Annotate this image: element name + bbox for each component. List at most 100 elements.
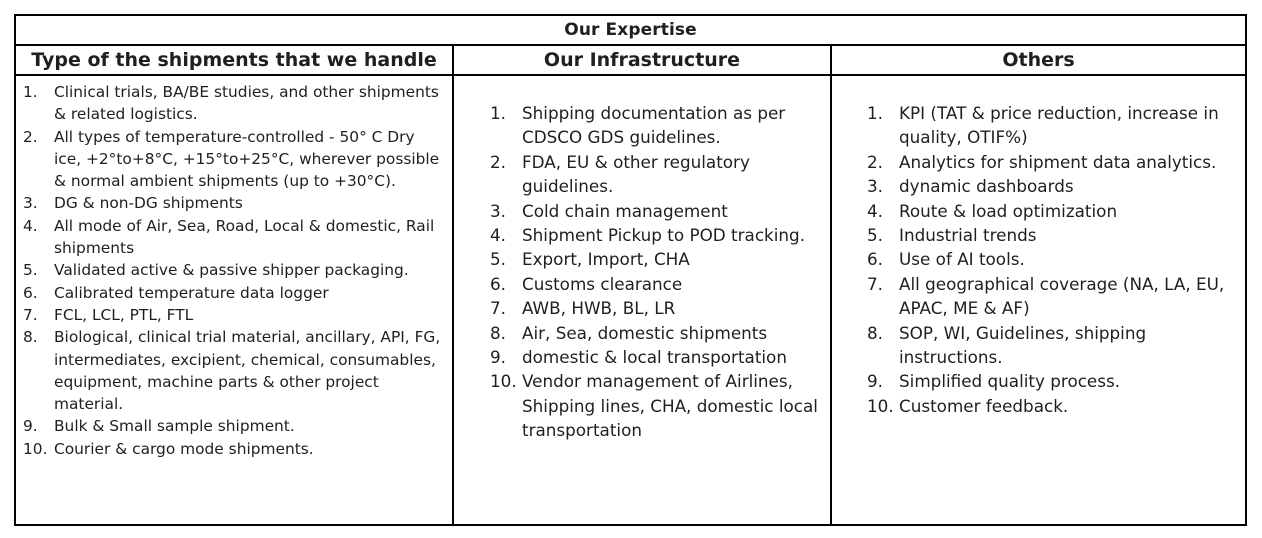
list-item-text: FCL, LCL, PTL, FTL xyxy=(54,305,194,324)
shipment-types-list: 1. Clinical trials, BA/BE studies, and ot… xyxy=(16,76,452,460)
list-item-text: All geographical coverage (NA, LA, EU, A… xyxy=(899,273,1225,319)
list-item-number: 5. xyxy=(867,225,884,246)
list-item-text: All mode of Air, Sea, Road, Local & dome… xyxy=(54,216,435,258)
list-item: 5. Validated active & passive shipper pac… xyxy=(23,259,446,281)
list-item-number: 7. xyxy=(23,305,38,324)
list-item-text: Shipment Pickup to POD tracking. xyxy=(522,225,806,246)
others-cell: 1. KPI (TAT & price reduction, increase i… xyxy=(829,74,1248,526)
list-item: 4. Route & load optimization xyxy=(867,199,1239,223)
expertise-table: Our Expertise Type of the shipments that… xyxy=(13,14,1248,526)
list-item: 4. All mode of Air, Sea, Road, Local & do… xyxy=(23,215,446,260)
list-item: 10. Customer feedback. xyxy=(867,394,1239,418)
list-item-text: dynamic dashboards xyxy=(899,176,1074,197)
list-item-text: Use of AI tools. xyxy=(899,249,1025,270)
shipment-types-cell: 1. Clinical trials, BA/BE studies, and ot… xyxy=(14,74,454,526)
list-item-text: All types of temperature-controlled - 50… xyxy=(54,127,440,191)
column-heading-others: Others xyxy=(829,44,1248,76)
list-item: 5. Industrial trends xyxy=(867,223,1239,247)
list-item-text: Validated active & passive shipper packa… xyxy=(54,261,409,280)
list-item-number: 2. xyxy=(867,151,884,172)
list-item: 8. SOP, WI, Guidelines, shipping instruct… xyxy=(867,321,1239,370)
list-item: 10. Courier & cargo mode shipments. xyxy=(23,438,446,460)
list-item-number: 8. xyxy=(490,322,507,343)
list-item-number: 10. xyxy=(867,395,894,416)
list-item-text: Industrial trends xyxy=(899,225,1037,246)
column-heading-shipment-types: Type of the shipments that we handle xyxy=(14,44,454,76)
list-item: 6. Customs clearance xyxy=(490,272,824,296)
list-item: 7. FCL, LCL, PTL, FTL xyxy=(23,304,446,326)
list-item: 10. Vendor management of Airlines, Shippi… xyxy=(490,369,824,442)
list-item: 6. Use of AI tools. xyxy=(867,247,1239,271)
list-item: 3. Cold chain management xyxy=(490,199,824,223)
list-item-text: SOP, WI, Guidelines, shipping instructio… xyxy=(899,322,1147,368)
infrastructure-cell: 1. Shipping documentation as per CDSCO GD… xyxy=(452,74,832,526)
list-item-number: 8. xyxy=(867,322,884,343)
list-item-number: 6. xyxy=(867,249,884,270)
list-item-text: Clinical trials, BA/BE studies, and othe… xyxy=(54,83,439,124)
list-item-number: 3. xyxy=(23,194,38,213)
list-item: 1. KPI (TAT & price reduction, increase i… xyxy=(867,101,1239,150)
list-item-number: 4. xyxy=(23,216,38,235)
list-item: 6. Calibrated temperature data logger xyxy=(23,282,446,304)
list-item: 7. All geographical coverage (NA, LA, EU… xyxy=(867,272,1239,321)
list-item-text: Customer feedback. xyxy=(899,395,1069,416)
list-item: 2. Analytics for shipment data analytics. xyxy=(867,150,1239,174)
list-item: 2. FDA, EU & other regulatory guidelines. xyxy=(490,150,824,199)
list-item: 7. AWB, HWB, BL, LR xyxy=(490,296,824,320)
list-item-text: Courier & cargo mode shipments. xyxy=(54,439,314,458)
list-item-text: domestic & local transportation xyxy=(522,347,787,368)
list-item-text: Air, Sea, domestic shipments xyxy=(522,322,768,343)
list-item-number: 9. xyxy=(867,371,884,392)
list-item-number: 7. xyxy=(490,298,507,319)
list-item-text: Customs clearance xyxy=(522,273,683,294)
table-title: Our Expertise xyxy=(13,14,1248,46)
list-item-text: Route & load optimization xyxy=(899,200,1118,221)
list-item-text: Cold chain management xyxy=(522,200,728,221)
list-item-number: 2. xyxy=(23,127,38,146)
list-item: 1. Shipping documentation as per CDSCO GD… xyxy=(490,101,824,150)
infrastructure-list: 1. Shipping documentation as per CDSCO GD… xyxy=(454,76,830,443)
list-item-number: 4. xyxy=(867,200,884,221)
list-item: 1. Clinical trials, BA/BE studies, and ot… xyxy=(23,81,446,126)
list-item: 5. Export, Import, CHA xyxy=(490,247,824,271)
list-item: 8. Biological, clinical trial material, a… xyxy=(23,326,446,415)
list-item-text: DG & non-DG shipments xyxy=(54,194,243,213)
list-item-text: Vendor management of Airlines, Shipping … xyxy=(522,371,818,441)
list-item: 9. domestic & local transportation xyxy=(490,345,824,369)
list-item-number: 5. xyxy=(490,249,507,270)
others-list: 1. KPI (TAT & price reduction, increase i… xyxy=(832,76,1245,418)
list-item-number: 2. xyxy=(490,151,507,172)
list-item-number: 9. xyxy=(23,417,38,436)
list-item-number: 10. xyxy=(490,371,517,392)
list-item: 9. Bulk & Small sample shipment. xyxy=(23,415,446,437)
list-item-number: 3. xyxy=(490,200,507,221)
list-item-number: 8. xyxy=(23,328,38,347)
list-item-text: FDA, EU & other regulatory guidelines. xyxy=(522,151,750,197)
list-item-text: KPI (TAT & price reduction, increase in … xyxy=(899,103,1219,148)
list-item-number: 10. xyxy=(23,439,48,458)
list-item-number: 3. xyxy=(867,176,884,197)
list-item-text: AWB, HWB, BL, LR xyxy=(522,298,676,319)
list-item: 3. DG & non-DG shipments xyxy=(23,192,446,214)
list-item: 4. Shipment Pickup to POD tracking. xyxy=(490,223,824,247)
list-item: 8. Air, Sea, domestic shipments xyxy=(490,321,824,345)
list-item: 9. Simplified quality process. xyxy=(867,369,1239,393)
list-item-number: 6. xyxy=(23,283,38,302)
list-item-number: 4. xyxy=(490,225,507,246)
list-item: 2. All types of temperature-controlled - … xyxy=(23,126,446,193)
list-item-text: Simplified quality process. xyxy=(899,371,1121,392)
list-item-text: Calibrated temperature data logger xyxy=(54,283,329,302)
list-item-text: Bulk & Small sample shipment. xyxy=(54,417,295,436)
list-item-number: 7. xyxy=(867,273,884,294)
list-item-text: Shipping documentation as per CDSCO GDS … xyxy=(522,103,786,148)
list-item-text: Biological, clinical trial material, anc… xyxy=(54,328,441,414)
list-item-number: 6. xyxy=(490,273,507,294)
list-item-number: 1. xyxy=(23,83,38,101)
list-item-text: Export, Import, CHA xyxy=(522,249,690,270)
list-item-number: 1. xyxy=(490,103,507,123)
list-item-number: 1. xyxy=(867,103,884,123)
list-item-number: 9. xyxy=(490,347,507,368)
list-item: 3. dynamic dashboards xyxy=(867,174,1239,198)
column-heading-infrastructure: Our Infrastructure xyxy=(452,44,832,76)
list-item-text: Analytics for shipment data analytics. xyxy=(899,151,1217,172)
